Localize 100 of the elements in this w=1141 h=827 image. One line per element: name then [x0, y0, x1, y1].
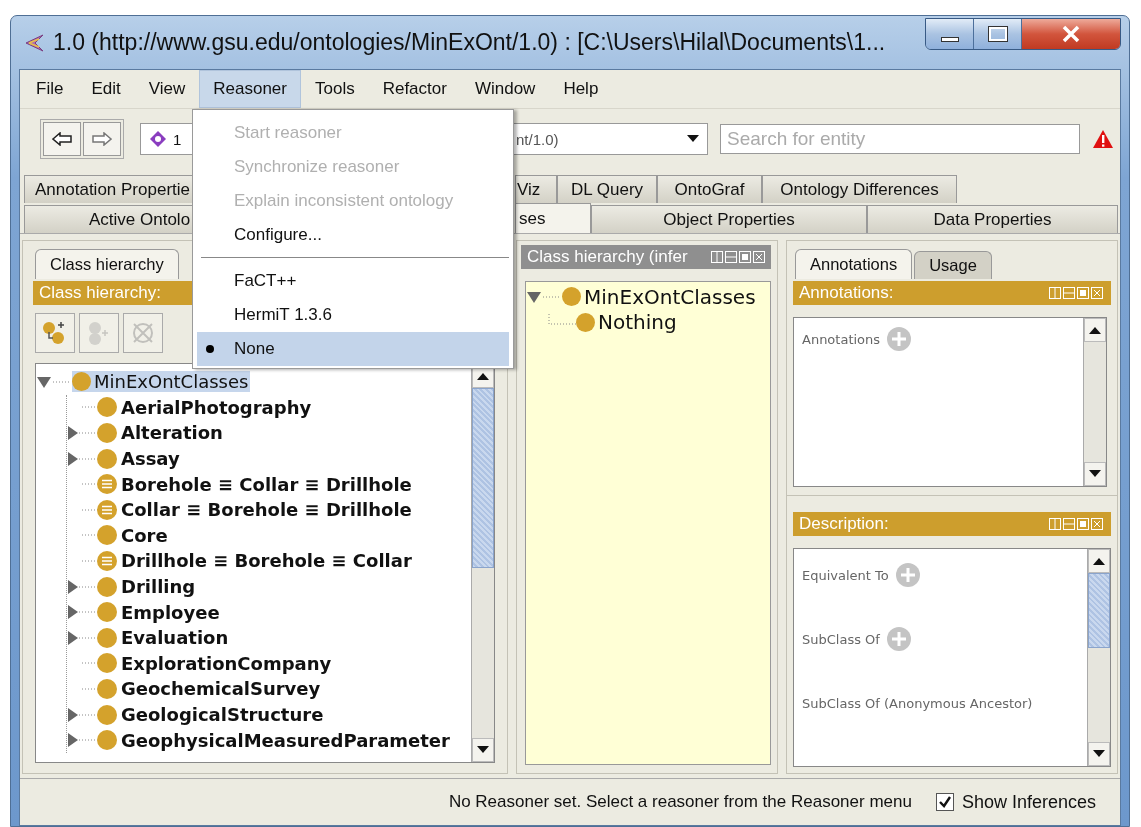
expand-triangle-icon: [66, 732, 96, 749]
section-label: SubClass Of: [802, 631, 880, 647]
minimize-button[interactable]: [926, 19, 974, 49]
split-view-icon[interactable]: [1049, 287, 1061, 299]
split-view-icon[interactable]: [711, 251, 723, 263]
window-title: 1.0 (http://www.gsu.edu/ontologies/MinExOnt/1.0) : [C:\Users\Hilal\Documents\1...: [53, 29, 887, 56]
back-arrow-icon: [52, 132, 72, 146]
down-arrow-icon: [477, 746, 489, 754]
status-message: No Reasoner set. Select a reasoner from the Reasoner menu: [448, 792, 912, 812]
menu-item[interactable]: Tools: [300, 70, 369, 108]
tree-connector: [82, 508, 96, 511]
tab[interactable]: DL Query: [557, 175, 657, 203]
minimize-icon: [940, 36, 959, 42]
close-icon[interactable]: [753, 251, 765, 263]
scroll-down-button[interactable]: [472, 738, 494, 762]
tree-item[interactable]: Drillhole ≡ Borehole ≡ Collar: [96, 549, 414, 572]
add-icon[interactable]: [894, 562, 921, 588]
maximize-icon[interactable]: [1077, 287, 1089, 299]
minimize-icon[interactable]: [1063, 287, 1075, 299]
expand-triangle-icon: [66, 629, 96, 646]
tree-item[interactable]: GeochemicalSurvey: [96, 677, 323, 700]
tree-item[interactable]: MinExOntClasses: [562, 284, 758, 309]
check-icon: [937, 795, 952, 809]
checkbox-label[interactable]: Show Inferences: [961, 791, 1096, 813]
menu-item[interactable]: Help: [549, 70, 613, 108]
menu-item[interactable]: Edit: [77, 70, 135, 108]
tree-item[interactable]: Collar ≡ Borehole ≡ Drillhole: [96, 498, 414, 521]
maximize-icon: [987, 26, 1008, 42]
expand-triangle-icon: [66, 578, 96, 595]
tree-item[interactable]: Evaluation: [96, 626, 231, 649]
tree-item[interactable]: AerialPhotography: [96, 396, 314, 419]
scroll-up-button[interactable]: [1084, 318, 1106, 342]
minimize-icon[interactable]: [725, 251, 737, 263]
view-title: Description:: [799, 514, 889, 534]
section-label: Equivalent To: [802, 567, 889, 583]
split-view-icon[interactable]: [1049, 518, 1061, 530]
menu-item[interactable]: Reasoner: [199, 70, 301, 108]
view-title: Class hierarchy:: [39, 283, 161, 303]
view-tab[interactable]: Usage: [914, 251, 992, 279]
menu-item[interactable]: File: [22, 70, 78, 108]
minimize-icon[interactable]: [1063, 518, 1075, 530]
up-arrow-icon: [1093, 557, 1105, 565]
menu-item[interactable]: Window: [460, 70, 550, 108]
down-arrow-icon: [1089, 470, 1101, 478]
menu-item[interactable]: HermiT 1.3.6: [197, 298, 509, 332]
scroll-down-button[interactable]: [1084, 462, 1106, 486]
tab[interactable]: Annotation Propertie: [24, 175, 193, 203]
scroll-down-button[interactable]: [1088, 742, 1110, 766]
tab[interactable]: ses: [515, 203, 591, 233]
scroll-thumb[interactable]: [472, 388, 494, 568]
tree-connector: [82, 662, 96, 665]
view-tab[interactable]: Class hierarchy: [35, 249, 179, 279]
tree-item[interactable]: MinExOntClasses: [72, 371, 251, 393]
tree-connector: [82, 406, 96, 409]
menu-item[interactable]: Configure...: [197, 218, 509, 252]
scrollbar[interactable]: [1083, 318, 1106, 486]
scrollbar[interactable]: [1087, 549, 1110, 766]
tree-item[interactable]: GeologicalStructure: [96, 703, 326, 726]
menu-item[interactable]: Refactor: [368, 70, 461, 108]
tree-item[interactable]: Drilling: [96, 575, 198, 598]
search-field[interactable]: Search for entity: [720, 124, 1080, 154]
tree-item[interactable]: Core: [96, 524, 170, 547]
close-icon: [1061, 25, 1081, 43]
tree-item[interactable]: ExplorationCompany: [96, 652, 334, 675]
menu-item[interactable]: View: [134, 70, 200, 108]
tab[interactable]: Viz: [515, 175, 557, 203]
tree-connector: [82, 534, 96, 537]
tab[interactable]: OntoGraf: [657, 175, 762, 203]
view-tab[interactable]: Annotations: [795, 249, 913, 279]
tree-item[interactable]: Nothing: [576, 310, 679, 335]
tab[interactable]: Object Properties: [591, 205, 867, 233]
close-icon[interactable]: [1091, 518, 1103, 530]
tab[interactable]: Data Properties: [867, 205, 1118, 233]
tree-item[interactable]: Alteration: [96, 422, 225, 444]
ontology-icon: [149, 130, 167, 148]
tool-button[interactable]: [35, 313, 75, 353]
maximize-icon[interactable]: [739, 251, 751, 263]
tab[interactable]: Active Ontolo: [24, 205, 193, 233]
back-button[interactable]: [43, 122, 81, 156]
tree-connector: [82, 483, 96, 486]
radio-dot-icon: [206, 345, 214, 353]
close-icon[interactable]: [1091, 287, 1103, 299]
checkbox[interactable]: [935, 793, 954, 811]
close-button[interactable]: [1022, 19, 1120, 49]
expand-triangle-icon: [66, 450, 96, 467]
maximize-icon[interactable]: [1077, 518, 1089, 530]
menu-item[interactable]: None: [197, 332, 509, 366]
add-icon[interactable]: [885, 626, 912, 652]
add-icon[interactable]: [886, 326, 913, 352]
scroll-up-button[interactable]: [1088, 549, 1110, 573]
tree-item[interactable]: Assay: [96, 447, 182, 470]
menu-item[interactable]: FaCT++: [197, 264, 509, 298]
tree-connector: [82, 559, 96, 562]
tree-item[interactable]: Borehole ≡ Collar ≡ Drillhole: [96, 473, 414, 496]
tab[interactable]: Ontology Differences: [762, 175, 957, 203]
scroll-thumb[interactable]: [1088, 573, 1110, 648]
tree-item[interactable]: GeophysicalMeasuredParameter: [96, 729, 452, 752]
maximize-button[interactable]: [974, 19, 1022, 49]
expand-triangle-icon: [66, 706, 96, 723]
tree-item[interactable]: Employee: [96, 601, 222, 624]
